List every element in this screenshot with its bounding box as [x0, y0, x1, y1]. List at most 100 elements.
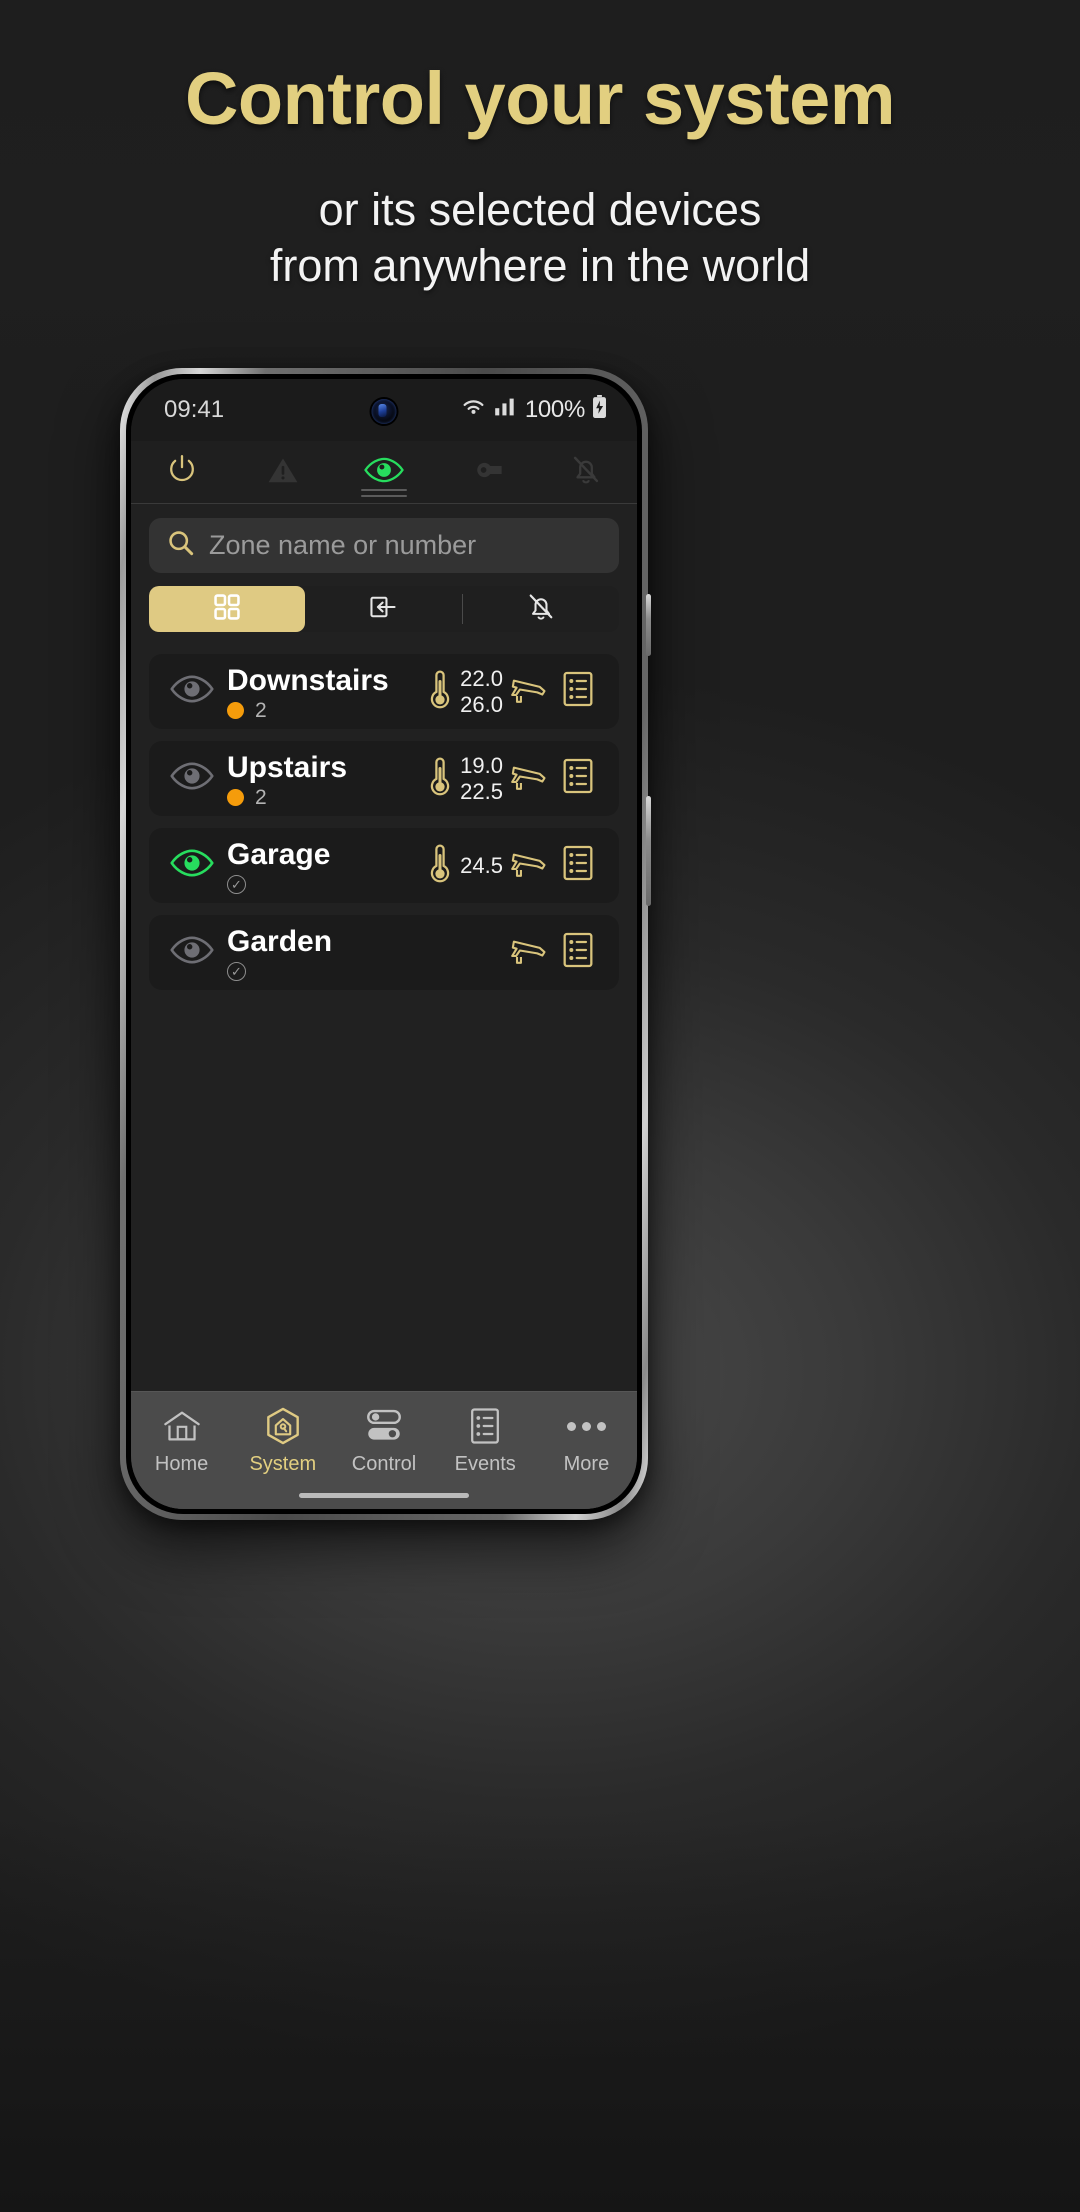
toolbar-mute-button[interactable]	[536, 441, 637, 503]
zone-name: Upstairs	[227, 750, 348, 784]
zone-eye-toggle[interactable]	[161, 935, 223, 970]
eye-inactive-icon	[169, 761, 215, 796]
toolbar-power-button[interactable]	[131, 441, 232, 503]
zone-camera-button[interactable]	[503, 933, 553, 972]
nav-label: Control	[351, 1453, 417, 1475]
status-badge	[227, 702, 244, 719]
bell-off-icon	[569, 453, 603, 492]
event-log-icon	[562, 757, 594, 800]
segment-grid-view[interactable]	[149, 586, 306, 632]
search-icon	[167, 529, 195, 562]
event-log-icon	[562, 670, 594, 713]
zone-log-button[interactable]	[553, 844, 603, 887]
promo-text-block: Control your system or its selected devi…	[0, 0, 1080, 295]
zone-fault-count: 2	[255, 785, 267, 809]
zone-log-button[interactable]	[553, 670, 603, 713]
zone-temperature: 19.0 22.5	[407, 753, 503, 804]
nav-label: System	[249, 1453, 317, 1475]
event-log-icon	[562, 844, 594, 887]
home-indicator[interactable]	[299, 1493, 469, 1498]
thermometer-icon	[429, 755, 451, 802]
zone-temp-low: 22.5	[460, 778, 503, 804]
nav-item-events[interactable]: Events	[435, 1406, 536, 1476]
nav-item-more[interactable]: More	[536, 1406, 637, 1476]
segment-bypass-view[interactable]	[305, 586, 461, 632]
zone-ok-check-icon: ✓	[227, 962, 246, 981]
zone-camera-button[interactable]	[503, 759, 553, 798]
search-input[interactable]: Zone name or number	[149, 518, 619, 573]
view-mode-segmented-control	[149, 586, 619, 632]
nav-item-system[interactable]: System	[232, 1406, 333, 1476]
grid-view-icon	[213, 593, 241, 626]
eye-inactive-icon	[169, 935, 215, 970]
zone-temperature: 24.5	[407, 842, 503, 889]
toolbar-service-button[interactable]	[435, 441, 536, 503]
cellular-signal-icon	[494, 396, 518, 424]
zone-temp-high: 19.0	[460, 752, 503, 778]
table-row[interactable]: Upstairs 2 19.0 22.5	[149, 741, 619, 816]
table-row[interactable]: Garden ✓	[149, 915, 619, 990]
zone-eye-toggle[interactable]	[161, 761, 223, 796]
promo-subtitle: or its selected devices from anywhere in…	[0, 182, 1080, 295]
battery-percent-label: 100%	[524, 396, 585, 423]
nav-label: Events	[454, 1453, 516, 1475]
phone-volume-button[interactable]	[646, 594, 651, 656]
nav-label: Home	[154, 1453, 209, 1475]
zone-ok-check-icon: ✓	[227, 875, 246, 894]
power-icon	[164, 452, 200, 493]
eye-active-icon	[169, 848, 215, 883]
phone-mockup: 09:41 100% Zone name or number Downstair…	[120, 368, 651, 1520]
thermometer-icon	[429, 842, 451, 889]
zone-temp-low: 26.0	[460, 691, 503, 717]
cctv-camera-icon	[508, 759, 548, 798]
phone-screen: 09:41 100% Zone name or number Downstair…	[131, 379, 637, 1509]
zone-temp-high: 24.5	[460, 852, 503, 878]
toolbar-alarm-button[interactable]	[232, 441, 333, 503]
nav-item-control[interactable]: Control	[333, 1406, 434, 1476]
warning-icon	[265, 452, 301, 493]
home-icon	[162, 1406, 202, 1446]
zone-eye-toggle[interactable]	[161, 674, 223, 709]
zone-temperature: 22.0 26.0	[407, 666, 503, 717]
drag-handle[interactable]	[361, 485, 407, 497]
phone-power-button[interactable]	[646, 796, 651, 906]
zone-name: Downstairs	[227, 663, 389, 697]
zone-name: Garden	[227, 924, 333, 958]
wrench-icon	[466, 453, 504, 492]
table-row[interactable]: Downstairs 2 22.0 26.0	[149, 654, 619, 729]
nav-label: More	[563, 1453, 610, 1475]
zone-log-button[interactable]	[553, 931, 603, 974]
promo-subtitle-line-1: or its selected devices	[318, 183, 762, 235]
eye-inactive-icon	[169, 674, 215, 709]
zone-log-button[interactable]	[553, 757, 603, 800]
table-row[interactable]: Garage ✓ 24.5	[149, 828, 619, 903]
status-bar-time: 09:41	[164, 396, 225, 423]
bell-off-icon	[525, 592, 557, 627]
system-status-toolbar	[131, 441, 637, 504]
segment-mute-view[interactable]	[463, 586, 619, 632]
more-dots-icon	[566, 1406, 606, 1446]
status-badge	[227, 789, 244, 806]
zone-name: Garage	[227, 837, 331, 871]
cctv-camera-icon	[508, 672, 548, 711]
zone-eye-toggle[interactable]	[161, 848, 223, 883]
zone-list: Downstairs 2 22.0 26.0 Upstairs 2 19.0 2…	[131, 654, 637, 990]
search-placeholder: Zone name or number	[209, 530, 477, 560]
thermometer-icon	[429, 668, 451, 715]
battery-charging-icon	[592, 394, 607, 426]
cctv-camera-icon	[508, 933, 548, 972]
front-camera-icon	[371, 399, 397, 424]
toggles-icon	[363, 1406, 405, 1446]
zone-camera-button[interactable]	[503, 672, 553, 711]
event-log-icon	[562, 931, 594, 974]
hex-system-icon	[263, 1406, 303, 1446]
event-log-icon	[469, 1406, 501, 1446]
app-content: Zone name or number Downstairs 2 22.0 26…	[131, 504, 637, 1509]
page-title: Control your system	[184, 57, 896, 140]
zone-camera-button[interactable]	[503, 846, 553, 885]
promo-subtitle-line-2: from anywhere in the world	[269, 240, 811, 292]
bypass-enter-icon	[368, 593, 398, 626]
nav-item-home[interactable]: Home	[131, 1406, 232, 1476]
wifi-icon	[460, 396, 487, 424]
